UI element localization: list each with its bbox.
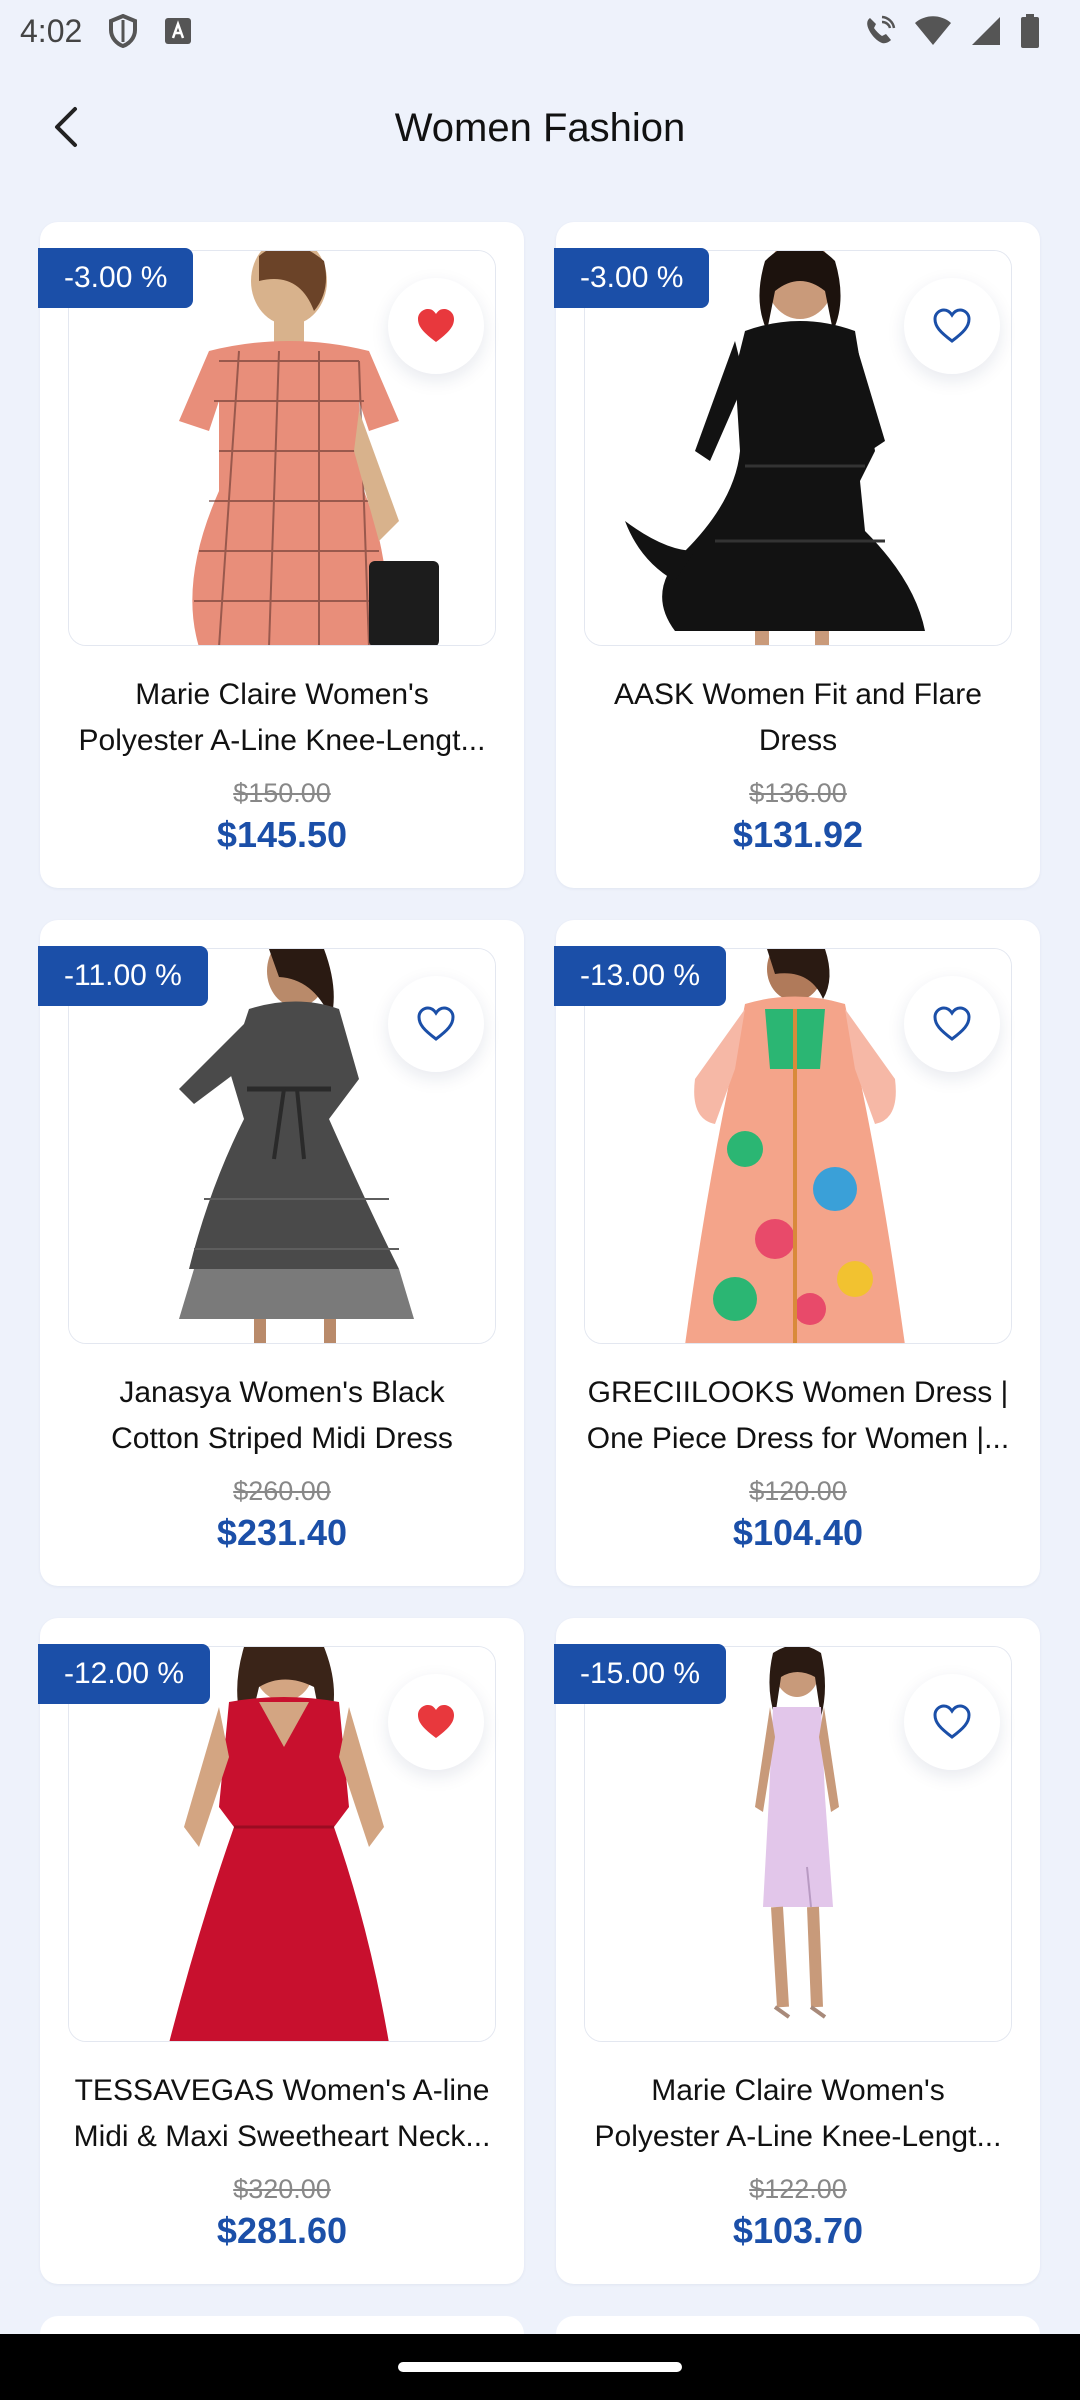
product-name-line2: Polyester A-Line Knee-Lengt... <box>78 724 486 757</box>
favorite-button[interactable] <box>388 1674 484 1770</box>
original-price: $260.00 <box>233 1476 331 1506</box>
product-name: Marie Claire Women's Polyester A-Line Kn… <box>580 2068 1016 2160</box>
heart-outline-icon <box>417 1006 455 1041</box>
product-name: Janasya Women's Black Cotton Striped Mid… <box>64 1370 500 1462</box>
battery-icon <box>1020 14 1040 48</box>
status-bar: 4:02 <box>0 0 1080 62</box>
discount-badge: -11.00 % <box>38 946 208 1006</box>
product-name-line2: Dress <box>758 724 838 757</box>
favorite-button[interactable] <box>388 278 484 374</box>
home-indicator[interactable] <box>398 2362 682 2372</box>
product-name-line2: Polyester A-Line Knee-Lengt... <box>594 2120 1002 2153</box>
product-name-line1: Marie Claire Women's <box>651 2074 945 2107</box>
product-card[interactable]: -3.00 % Marie Claire Women's Polyester A… <box>38 222 524 888</box>
product-card[interactable]: -12.00 % TESSAVEGAS Women's A-line Midi … <box>38 1618 524 2284</box>
favorite-button[interactable] <box>388 976 484 1072</box>
discount-badge: -12.00 % <box>38 1644 211 1704</box>
original-price: $122.00 <box>749 2174 847 2204</box>
product-name: TESSAVEGAS Women's A-line Midi & Maxi Sw… <box>64 2068 500 2160</box>
product-card[interactable]: -3.00 % AASK Women Fit and Flare Dress $… <box>554 222 1040 888</box>
discount-badge: -3.00 % <box>554 248 710 308</box>
product-card[interactable]: -13.00 % GRECIILOOKS Women Dress | One P… <box>554 920 1040 1586</box>
sale-price: $145.50 <box>216 814 348 855</box>
favorite-button[interactable] <box>904 278 1000 374</box>
page-title: Women Fashion <box>394 105 686 150</box>
cellular-signal-icon <box>970 15 1002 47</box>
wifi-icon <box>914 15 952 47</box>
discount-badge: -13.00 % <box>554 946 727 1006</box>
heart-filled-icon <box>418 1705 454 1738</box>
chevron-left-icon <box>55 107 77 147</box>
product-name-line1: AASK Women Fit and Flare <box>614 678 982 711</box>
heart-filled-icon <box>418 309 454 342</box>
discount-badge: -3.00 % <box>38 248 194 308</box>
app-header: Women Fashion <box>0 62 1080 194</box>
product-name-line1: Marie Claire Women's <box>135 678 429 711</box>
product-list[interactable]: -3.00 % Marie Claire Women's Polyester A… <box>0 194 1080 2334</box>
keyboard-app-icon <box>164 17 192 45</box>
original-price: $320.00 <box>233 2174 331 2204</box>
product-name-line1: Janasya Women's Black <box>119 1376 445 1409</box>
sale-price: $103.70 <box>732 2210 864 2251</box>
product-name-line2: Cotton Striped Midi Dress <box>111 1422 453 1455</box>
product-card[interactable]: -15.00 % Marie Claire Women's Polyester … <box>554 1618 1040 2284</box>
original-price: $150.00 <box>233 778 331 808</box>
product-name: Marie Claire Women's Polyester A-Line Kn… <box>64 672 500 764</box>
product-grid: -3.00 % Marie Claire Women's Polyester A… <box>38 222 1040 2284</box>
product-name: GRECIILOOKS Women Dress | One Piece Dres… <box>580 1370 1016 1462</box>
product-card[interactable]: -11.00 % Janasya Women's Black Cotton St… <box>38 920 524 1586</box>
original-price: $136.00 <box>749 778 847 808</box>
product-name: AASK Women Fit and Flare Dress <box>580 672 1016 764</box>
product-name-line1: GRECIILOOKS Women Dress | <box>587 1376 1009 1409</box>
wifi-calling-icon <box>862 14 896 48</box>
favorite-button[interactable] <box>904 1674 1000 1770</box>
product-name-line2: Midi & Maxi Sweetheart Neck... <box>73 2120 491 2153</box>
favorite-button[interactable] <box>904 976 1000 1072</box>
sale-price: $104.40 <box>732 1512 864 1553</box>
sale-price: $281.60 <box>216 2210 348 2251</box>
heart-outline-icon <box>933 1704 971 1739</box>
product-name-line1: TESSAVEGAS Women's A-line <box>74 2074 490 2107</box>
discount-badge: -15.00 % <box>554 1644 727 1704</box>
sale-price: $131.92 <box>732 814 864 855</box>
back-button[interactable] <box>36 92 96 162</box>
sale-price: $231.40 <box>216 1512 348 1553</box>
heart-outline-icon <box>933 308 971 343</box>
product-name-line2: One Piece Dress for Women |... <box>586 1422 1010 1455</box>
status-time: 4:02 <box>20 12 83 49</box>
shield-icon <box>108 14 138 48</box>
original-price: $120.00 <box>749 1476 847 1506</box>
navigation-bar <box>0 2334 1080 2400</box>
heart-outline-icon <box>933 1006 971 1041</box>
